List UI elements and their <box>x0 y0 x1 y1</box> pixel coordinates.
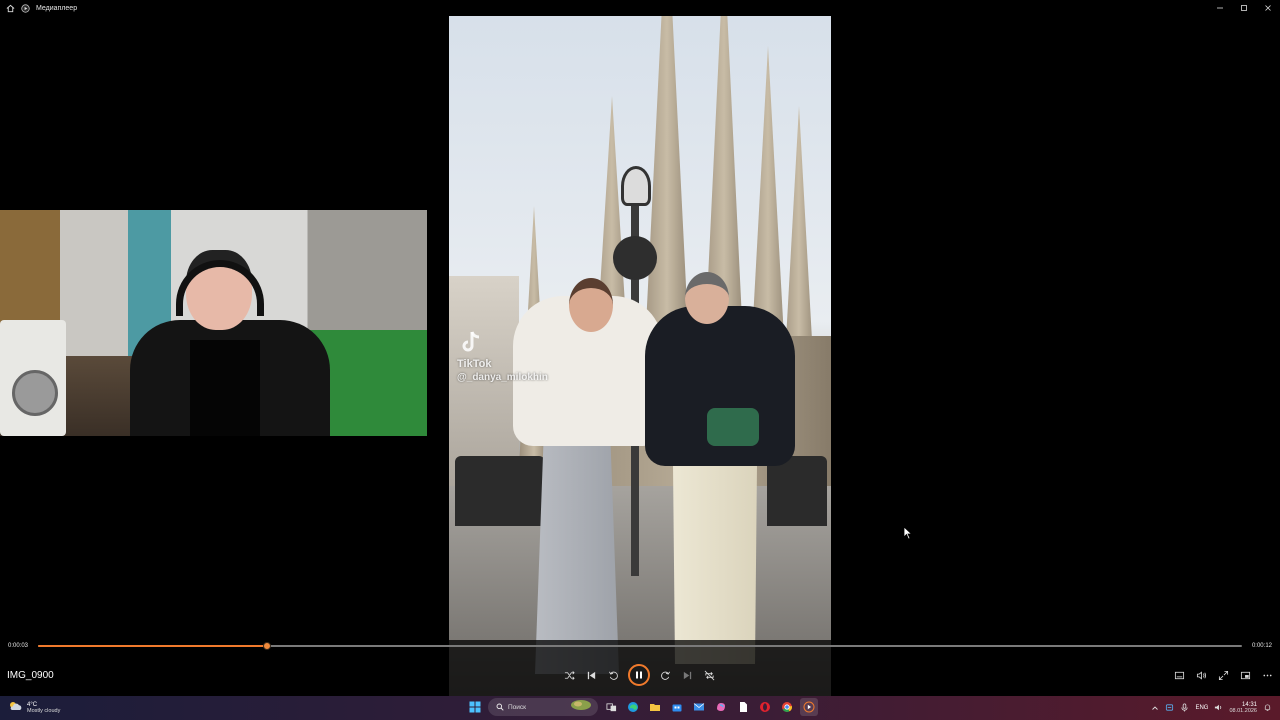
seek-progress <box>38 645 267 647</box>
playback-buttons <box>562 664 716 686</box>
clock[interactable]: 14:31 08.01.2026 <box>1229 702 1257 714</box>
copilot-icon[interactable] <box>712 698 730 716</box>
more-options-icon[interactable] <box>1260 668 1274 682</box>
seek-thumb[interactable] <box>262 642 271 650</box>
tiktok-label: TikTok <box>457 358 492 370</box>
current-time: 0:00:03 <box>8 643 29 649</box>
tiktok-watermark: TikTok @_danya_milokhin <box>457 328 548 383</box>
fullscreen-icon[interactable] <box>1216 668 1230 682</box>
edge-browser-icon[interactable] <box>624 698 642 716</box>
microphone-icon[interactable] <box>1180 699 1189 717</box>
sync-icon[interactable] <box>1165 699 1174 717</box>
minimize-button[interactable] <box>1208 0 1232 16</box>
repeat-button[interactable] <box>702 668 716 682</box>
player-controls: 0:00:03 0:00:12 IMG_0900 <box>0 640 1280 696</box>
total-time: 0:00:12 <box>1251 643 1272 649</box>
start-button[interactable] <box>466 698 484 716</box>
input-language[interactable]: ENG <box>1195 705 1208 711</box>
player-options <box>1172 668 1274 682</box>
close-button[interactable] <box>1256 0 1280 16</box>
skip-back-button[interactable] <box>606 668 620 682</box>
search-highlight-icon <box>570 698 592 716</box>
media-player-taskbar-icon[interactable] <box>800 698 818 716</box>
taskbar-search[interactable]: Поиск <box>488 698 598 716</box>
taskbar-apps: Поиск <box>466 698 818 716</box>
file-explorer-icon[interactable] <box>646 698 664 716</box>
title-bar: Медиаплеер <box>0 0 1280 16</box>
track-title: IMG_0900 <box>7 670 54 681</box>
shuffle-button[interactable] <box>562 668 576 682</box>
video-stage[interactable]: TikTok @_danya_milokhin <box>0 16 1280 696</box>
skip-forward-button[interactable] <box>658 668 672 682</box>
windows-taskbar: 4°C Mostly cloudy Поиск ENG 14:31 08.01.… <box>0 696 1280 720</box>
pause-button[interactable] <box>628 664 650 686</box>
previous-button[interactable] <box>584 668 598 682</box>
search-label: Поиск <box>508 703 527 711</box>
tiktok-handle: @_danya_milokhin <box>457 372 548 383</box>
weather-widget[interactable]: 4°C Mostly cloudy <box>8 699 60 717</box>
opera-browser-icon[interactable] <box>756 698 774 716</box>
tiktok-logo-icon <box>457 328 485 356</box>
store-icon[interactable] <box>668 698 686 716</box>
video-frame: TikTok @_danya_milokhin <box>449 16 831 696</box>
clock-date: 08.01.2026 <box>1229 708 1257 714</box>
media-player-app-icon <box>21 3 30 13</box>
speaker-icon[interactable] <box>1214 699 1223 717</box>
task-view-icon[interactable] <box>602 698 620 716</box>
notification-bell-icon[interactable] <box>1263 699 1272 717</box>
weather-description: Mostly cloudy <box>27 708 61 714</box>
home-icon[interactable] <box>6 4 15 13</box>
seek-bar[interactable] <box>38 642 1242 650</box>
webcam-overlay-image <box>0 210 427 436</box>
search-icon <box>496 698 504 716</box>
chevron-up-icon[interactable] <box>1151 699 1159 717</box>
weather-cloud-icon <box>8 699 22 717</box>
mini-player-icon[interactable] <box>1238 668 1252 682</box>
system-tray: ENG 14:31 08.01.2026 <box>1151 698 1272 718</box>
mail-icon[interactable] <box>690 698 708 716</box>
maximize-button[interactable] <box>1232 0 1256 16</box>
subtitles-icon[interactable] <box>1172 668 1186 682</box>
mouse-cursor-icon <box>903 526 913 540</box>
volume-icon[interactable] <box>1194 668 1208 682</box>
next-button[interactable] <box>680 668 694 682</box>
chrome-browser-icon[interactable] <box>778 698 796 716</box>
document-icon[interactable] <box>734 698 752 716</box>
window-title: Медиаплеер <box>36 4 78 12</box>
